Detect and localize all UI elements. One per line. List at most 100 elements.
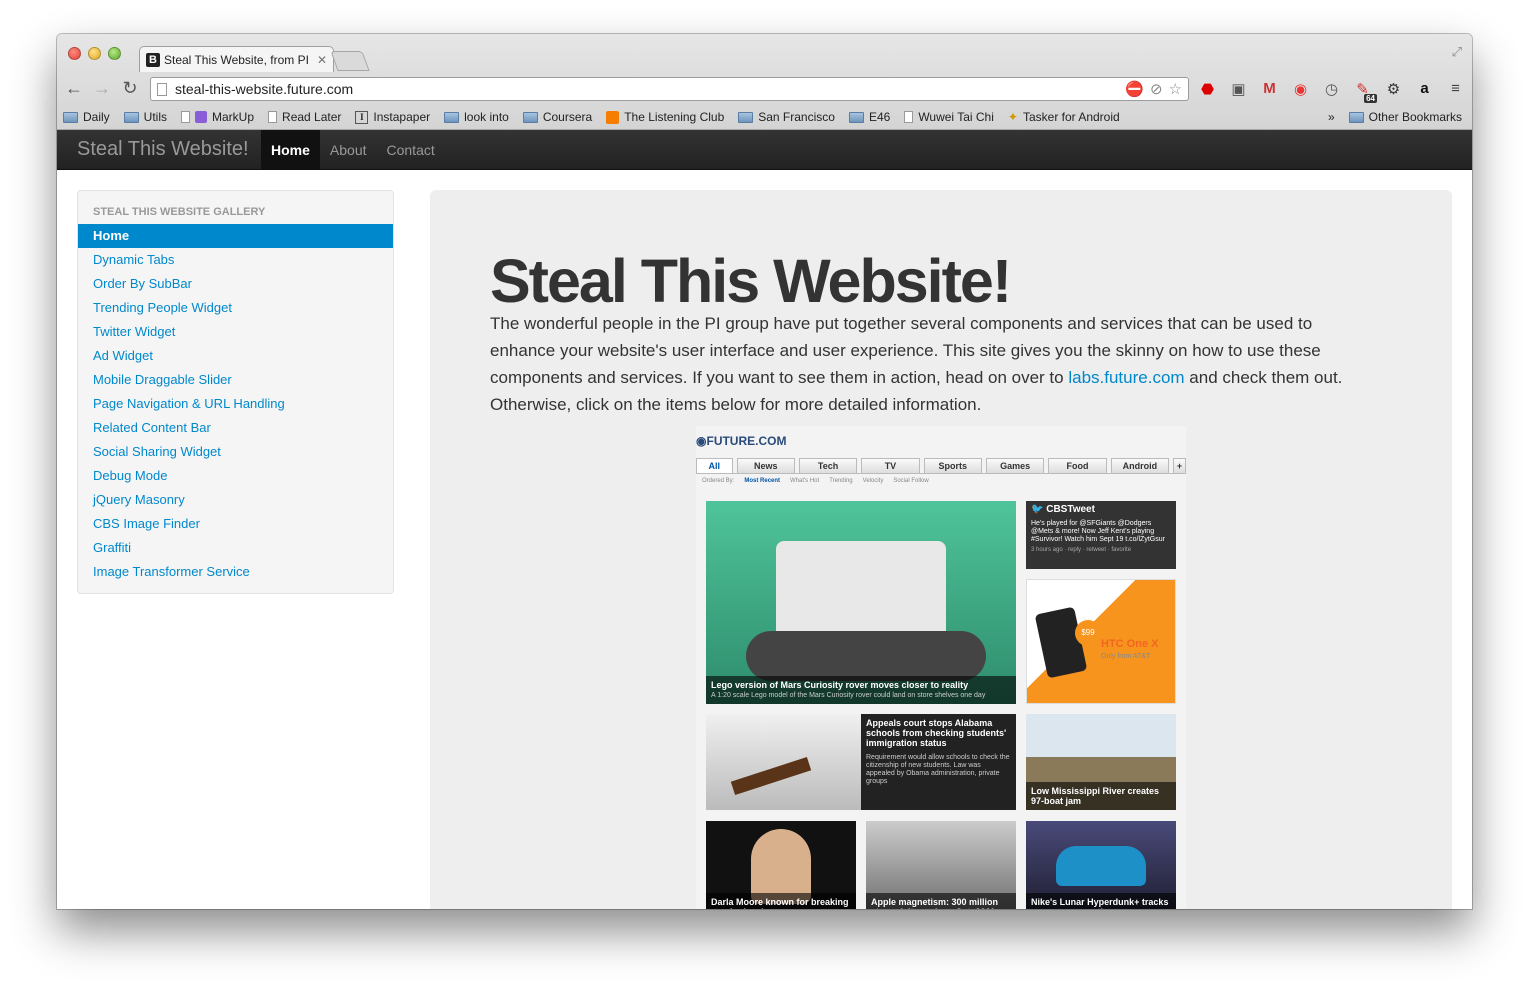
sidebar-item-dynamic-tabs[interactable]: Dynamic Tabs	[78, 248, 393, 272]
sidebar-item-ad-widget[interactable]: Ad Widget	[78, 344, 393, 368]
labs-link[interactable]: labs.future.com	[1068, 368, 1184, 387]
sidebar-item-page-navigation[interactable]: Page Navigation & URL Handling	[78, 392, 393, 416]
pinboard-icon[interactable]: ✎ 64	[1352, 78, 1377, 103]
bookmark-coursera[interactable]: Coursera	[522, 110, 592, 124]
sidebar-item-related-content[interactable]: Related Content Bar	[78, 416, 393, 440]
sidebar-item-trending-people[interactable]: Trending People Widget	[78, 296, 393, 320]
menu-icon[interactable]: ≡	[1445, 78, 1466, 99]
gallery-sidebar: STEAL THIS WEBSITE GALLERY Home Dynamic …	[77, 190, 394, 594]
other-bookmarks[interactable]: Other Bookmarks	[1348, 110, 1462, 124]
address-bar[interactable]: ⛔ ⊘ ☆	[150, 77, 1189, 101]
sidebar-item-debug-mode[interactable]: Debug Mode	[78, 464, 393, 488]
sidebar-item-twitter-widget[interactable]: Twitter Widget	[78, 320, 393, 344]
folder-icon	[444, 111, 460, 123]
bookmark-e46[interactable]: E46	[848, 110, 891, 124]
clock-icon[interactable]: ◷	[1321, 78, 1342, 99]
browser-window: B Steal This Website, from PI ✕ ⤢ ← → ↻ …	[57, 34, 1472, 909]
nav-home[interactable]: Home	[261, 130, 320, 170]
back-arrow-icon[interactable]: ←	[64, 78, 84, 99]
bookmark-daily[interactable]: Daily	[63, 110, 110, 124]
lead-story-desc: A 1:20 scale Lego model of the Mars Curi…	[711, 692, 986, 699]
amazon-icon[interactable]: a	[1414, 78, 1435, 99]
forward-arrow-icon[interactable]: →	[92, 78, 112, 99]
sidebar-header: STEAL THIS WEBSITE GALLERY	[93, 206, 266, 218]
subbar-item: Most Recent	[744, 478, 781, 484]
page-icon	[181, 111, 191, 123]
bookmark-label: Other Bookmarks	[1368, 110, 1462, 124]
bookmark-markup[interactable]: MarkUp	[181, 110, 254, 124]
sidebar-item-graffiti[interactable]: Graffiti	[78, 536, 393, 560]
river-story-card: Low Mississippi River creates 97-boat ja…	[1026, 714, 1176, 810]
bookmark-label: Daily	[83, 110, 110, 124]
adblock-icon[interactable]: ⬣	[1197, 78, 1218, 99]
tab-close-icon[interactable]: ✕	[317, 53, 327, 67]
extension-badge: 64	[1364, 94, 1377, 103]
bookmark-tasker[interactable]: ✦ Tasker for Android	[1008, 110, 1120, 124]
sneaker-image	[1056, 846, 1146, 886]
ad-widget-card: $99 HTC One X Only from AT&T	[1026, 579, 1176, 704]
bookmark-label: look into	[464, 110, 509, 124]
court-story-card: Appeals court stops Alabama schools from…	[861, 714, 1016, 810]
subbar-item: Trending	[829, 478, 853, 484]
nav-about[interactable]: About	[320, 130, 377, 170]
sidebar-item-jquery-masonry[interactable]: jQuery Masonry	[78, 488, 393, 512]
block-icon[interactable]: ⛔	[1125, 80, 1144, 98]
gear-icon[interactable]: ⚙	[1383, 78, 1404, 99]
bookmark-read-later[interactable]: Read Later	[268, 110, 341, 124]
browser-toolbar: ← → ↻ ⛔ ⊘ ☆ ⬣ ▣ M ◉ ◷ ✎64 ⚙ a	[57, 74, 1472, 104]
bookmark-label: The Listening Club	[624, 110, 725, 124]
twitter-bird-icon: 🐦	[1031, 504, 1044, 515]
bookmarks-overflow: » Other Bookmarks	[1328, 110, 1462, 124]
sidebar-item-social-sharing[interactable]: Social Sharing Widget	[78, 440, 393, 464]
folder-icon	[1348, 111, 1364, 123]
image-blocked-icon[interactable]: ⊘	[1150, 80, 1163, 98]
bookmark-instapaper[interactable]: I Instapaper	[355, 110, 430, 124]
future-logo-text: FUTURE.COM	[706, 434, 787, 448]
shot-tab-tv: TV	[861, 458, 920, 473]
shot-tab-sports: Sports	[923, 458, 982, 473]
lead-story-card: Lego version of Mars Curiosity rover mov…	[706, 501, 1016, 704]
nike-story-card: Nike's Lunar Hyperdunk+ tracks your move…	[1026, 821, 1176, 909]
subbar-label: Ordered By:	[702, 478, 735, 484]
screenshot-icon[interactable]: ▣	[1228, 78, 1249, 99]
ad-price: $99	[1075, 620, 1101, 646]
page-icon	[157, 82, 167, 96]
bookmark-utils[interactable]: Utils	[123, 110, 167, 124]
reload-icon[interactable]: ↻	[120, 78, 140, 99]
star-bookmark-icon[interactable]: ☆	[1169, 80, 1182, 98]
minimize-window-button[interactable]	[88, 47, 101, 60]
blogger-icon	[606, 110, 620, 124]
bookmark-look-into[interactable]: look into	[444, 110, 509, 124]
bookmark-label: Instapaper	[373, 110, 431, 124]
sidebar-item-mobile-slider[interactable]: Mobile Draggable Slider	[78, 368, 393, 392]
url-input[interactable]	[175, 81, 1126, 97]
new-tab-button[interactable]	[330, 51, 370, 71]
sidebar-item-image-transformer[interactable]: Image Transformer Service	[78, 560, 393, 584]
apple-story-card: Apple magnetism: 300 million store visit…	[866, 821, 1016, 909]
folder-icon	[848, 111, 864, 123]
bookmark-san-francisco[interactable]: San Francisco	[738, 110, 835, 124]
screenshot-tabs: All News Tech TV Sports Games Food Andro…	[696, 458, 1186, 474]
sidebar-item-cbs-image-finder[interactable]: CBS Image Finder	[78, 512, 393, 536]
close-window-button[interactable]	[68, 47, 81, 60]
bookmarks-chevron[interactable]: »	[1328, 110, 1335, 124]
sidebar-item-order-by-subbar[interactable]: Order By SubBar	[78, 272, 393, 296]
sidebar-item-home[interactable]: Home	[78, 224, 393, 248]
bookmark-label: Wuwei Tai Chi	[918, 110, 994, 124]
lead-story-title: Lego version of Mars Curiosity rover mov…	[711, 680, 969, 690]
court-story-desc: Requirement would allow schools to check…	[866, 754, 1010, 785]
fullscreen-icon[interactable]: ⤢	[1452, 44, 1462, 60]
site-brand[interactable]: Steal This Website!	[77, 138, 249, 161]
twitter-widget-card: 🐦 CBSTweet He's played for @SFGiants @Do…	[1026, 501, 1176, 569]
screenshot-subbar: Ordered By: Most Recent What's Hot Trend…	[702, 478, 929, 484]
bookmark-wuwei[interactable]: Wuwei Tai Chi	[904, 110, 994, 124]
subbar-item: Social Follow	[893, 478, 929, 484]
nav-contact[interactable]: Contact	[377, 130, 445, 170]
opera-icon[interactable]: ◉	[1290, 78, 1311, 99]
browser-tab[interactable]: B Steal This Website, from PI ✕	[139, 46, 334, 72]
zoom-window-button[interactable]	[108, 47, 121, 60]
bookmark-listening-club[interactable]: The Listening Club	[606, 110, 724, 124]
bookmark-label: E46	[868, 110, 891, 124]
gmail-icon[interactable]: M	[1259, 78, 1280, 99]
shot-tab-tech: Tech	[798, 458, 858, 473]
